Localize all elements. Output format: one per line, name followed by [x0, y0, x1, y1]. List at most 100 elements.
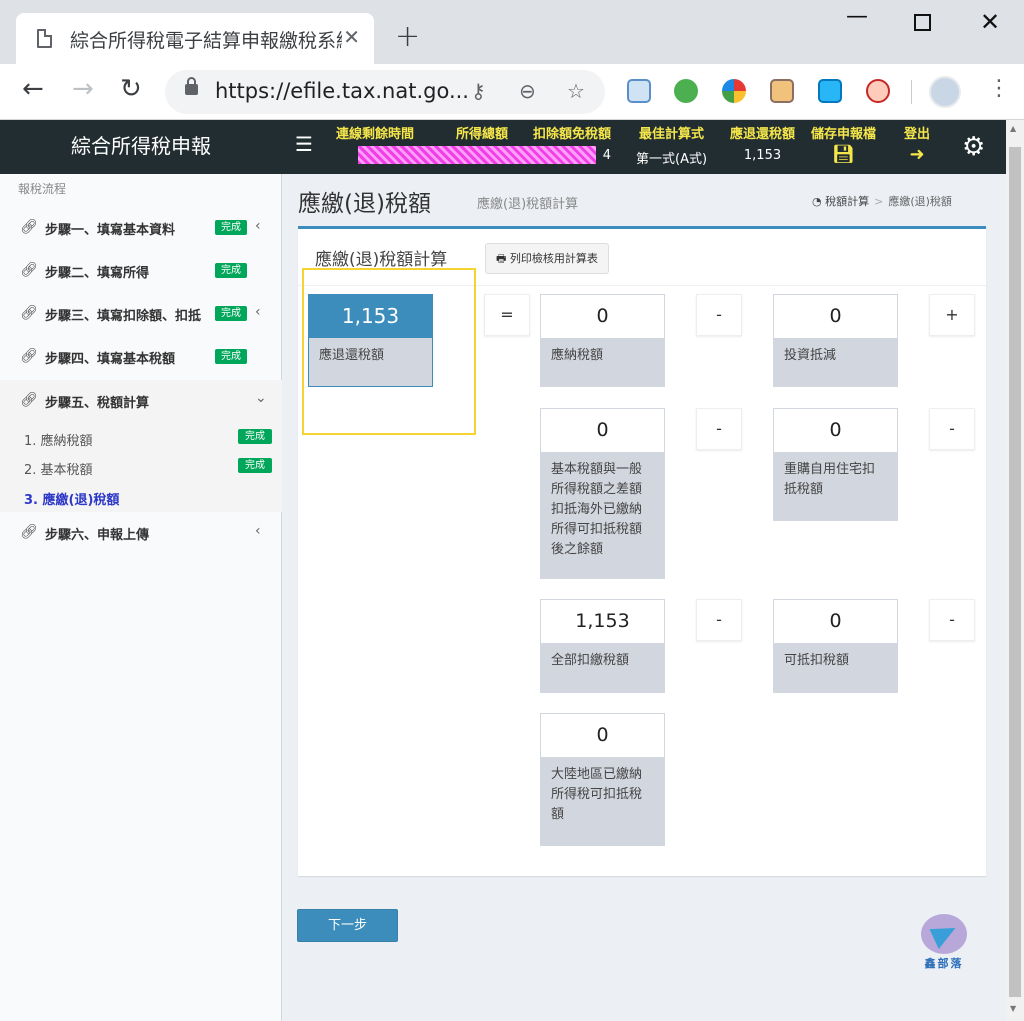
sidebar-step-3[interactable]: 🔗︎ 步驟三、填寫扣除額、扣抵 完成 ‹ [0, 293, 282, 336]
substep-tax-payable[interactable]: 1. 應納稅額 [24, 430, 93, 449]
minus-operator: - [696, 599, 742, 641]
header-remaining-time: 連線剩餘時間 [336, 127, 415, 142]
dashboard-icon: ◔ [812, 195, 822, 208]
forward-button[interactable]: → [72, 76, 94, 102]
card-label: 大陸地區已繳納所得稅可扣抵稅額 [551, 767, 643, 822]
card-value: 0 [774, 600, 897, 643]
profile-avatar[interactable] [929, 76, 961, 108]
status-badge: 完成 [238, 458, 272, 473]
paper-plane-icon [921, 914, 967, 954]
page-title: 應繳(退)稅額 [298, 191, 431, 217]
scroll-down-arrow[interactable]: ▼ [1010, 1004, 1016, 1013]
bookmark-star-icon[interactable]: ☆ [567, 79, 585, 103]
minus-operator: - [696, 408, 742, 450]
toolbar-divider [911, 80, 912, 104]
card-label: 基本稅額與一般所得稅額之差額扣抵海外已繳納所得可扣抵稅額後之餘額 [551, 462, 643, 557]
maximize-button[interactable] [914, 14, 931, 31]
scrollbar-thumb[interactable] [1009, 147, 1021, 997]
extension-arrow-icon[interactable] [818, 79, 842, 103]
sidebar-step-6[interactable]: 🔗︎ 步驟六、申報上傳 ‹ [0, 512, 282, 555]
print-button[interactable]: 🖶 列印檢核用計算表 [485, 243, 609, 274]
card-value: 1,153 [309, 295, 432, 338]
gear-icon[interactable]: ⚙ [962, 132, 985, 162]
new-tab-button[interactable]: + [395, 22, 420, 52]
substep-refund[interactable]: 3. 應繳(退)稅額 [24, 489, 119, 508]
plus-operator: + [929, 294, 975, 336]
close-tab-icon[interactable]: ✕ [343, 25, 360, 49]
chevron-left-icon: ‹ [255, 304, 261, 320]
status-badge: 完成 [215, 306, 247, 321]
card-value: 0 [774, 409, 897, 452]
breadcrumb-current: 應繳(退)稅額 [888, 195, 952, 208]
hamburger-menu-icon[interactable]: ☰ [295, 132, 313, 156]
card-investment-credit: 0 投資抵減 [773, 294, 898, 387]
window-close-button[interactable]: ✕ [980, 8, 1000, 36]
extension-clipboard-icon[interactable] [627, 79, 651, 103]
breadcrumb-link[interactable]: 稅額計算 [825, 195, 869, 208]
logout-button[interactable]: 登出 ➜ [904, 123, 930, 165]
minimize-button[interactable]: — [846, 4, 868, 29]
card-tax-payable: 0 應納稅額 [540, 294, 665, 387]
next-step-button[interactable]: 下一步 [297, 909, 398, 942]
card-value: 0 [541, 295, 664, 338]
card-label: 可抵扣稅額 [784, 653, 850, 668]
status-badge: 完成 [215, 349, 247, 364]
browser-toolbar: ← → ↻ https://efile.tax.nat.go... ⚷ ⊖ ☆ … [0, 64, 1024, 120]
page-subtitle: 應繳(退)稅額計算 [477, 197, 579, 212]
card-label: 全部扣繳稅額 [551, 653, 630, 668]
extension-face-icon[interactable] [770, 79, 794, 103]
card-label: 應納稅額 [551, 348, 604, 363]
browser-tabstrip: 綜合所得稅電子結算申報繳稅系統 ✕ + — ✕ [0, 0, 1024, 64]
watermark-logo: 鑫部落 [918, 914, 970, 971]
card-withholding-tax: 1,153 全部扣繳稅額 [540, 599, 665, 693]
tab-title: 綜合所得稅電子結算申報繳稅系統 [70, 30, 342, 52]
browser-tab[interactable]: 綜合所得稅電子結算申報繳稅系統 ✕ [16, 13, 374, 64]
sidebar-step-5[interactable]: 🔗︎ 步驟五、稅額計算 ⌄ 1. 應納稅額 完成 2. 基本稅額 完成 3. 應… [0, 380, 282, 512]
sidebar-step-2[interactable]: 🔗︎ 步驟二、填寫所得 完成 [0, 250, 282, 293]
minus-operator: - [929, 408, 975, 450]
extension-avatar-icon[interactable] [866, 79, 890, 103]
lock-icon [185, 77, 198, 95]
browser-menu-icon[interactable]: ⋮ [988, 78, 1010, 100]
status-badge: 完成 [238, 429, 272, 444]
refund-result-card: 1,153 應退還稅額 [308, 294, 433, 387]
card-label: 應退還稅額 [319, 348, 385, 363]
header-total-income: 所得總額 [456, 127, 509, 142]
sidebar-step-4[interactable]: 🔗︎ 步驟四、填寫基本稅額 完成 [0, 336, 282, 379]
redacted-values [358, 146, 596, 164]
card-value: 0 [541, 714, 664, 757]
key-icon[interactable]: ⚷ [471, 79, 486, 103]
save-file-button[interactable]: 儲存申報檔 💾︎ [811, 123, 876, 165]
sidebar-step-1[interactable]: 🔗︎ 步驟一、填寫基本資料 完成 ‹ [0, 207, 282, 250]
sidebar: 報稅流程 🔗︎ 步驟一、填寫基本資料 完成 ‹ 🔗︎ 步驟二、填寫所得 完成 🔗… [0, 174, 282, 1021]
extension-check-icon[interactable] [674, 79, 698, 103]
status-badge: 完成 [215, 220, 247, 235]
document-icon [37, 29, 52, 48]
header-refund: 應退還稅額 1,153 [730, 127, 796, 163]
equals-operator: = [484, 294, 530, 336]
header-best-formula: 最佳計算式 第一式(A式) [636, 127, 708, 167]
sidebar-section-title: 報稅流程 [18, 182, 67, 196]
status-badge: 完成 [215, 263, 247, 278]
reload-button[interactable]: ↻ [120, 76, 142, 102]
scroll-up-arrow[interactable]: ▲ [1010, 124, 1016, 133]
link-icon: 🔗︎ [20, 392, 38, 408]
address-bar[interactable]: https://efile.tax.nat.go... ⚷ ⊖ ☆ [165, 70, 605, 114]
card-value: 0 [774, 295, 897, 338]
link-icon: 🔗︎ [20, 262, 38, 278]
card-basic-tax-difference: 0 基本稅額與一般所得稅額之差額扣抵海外已繳納所得可扣抵稅額後之餘額 [540, 408, 665, 579]
app-brand[interactable]: 綜合所得稅申報 [0, 120, 282, 174]
box-title: 應繳(退)稅額計算 [315, 250, 448, 270]
link-icon: 🔗︎ [20, 524, 38, 540]
extension-color-icon[interactable] [722, 79, 746, 103]
card-creditable-tax: 0 可抵扣稅額 [773, 599, 898, 693]
card-label: 重購自用住宅扣抵稅額 [784, 462, 876, 497]
chevron-down-icon: ⌄ [255, 390, 267, 406]
save-icon: 💾︎ [832, 144, 855, 165]
substep-basic-tax[interactable]: 2. 基本稅額 [24, 459, 93, 478]
card-value: 0 [541, 409, 664, 452]
zoom-icon[interactable]: ⊖ [519, 79, 536, 103]
card-mainland-tax-credit: 0 大陸地區已繳納所得稅可扣抵稅額 [540, 713, 665, 846]
back-button[interactable]: ← [22, 76, 44, 102]
chevron-left-icon: ‹ [255, 523, 261, 539]
